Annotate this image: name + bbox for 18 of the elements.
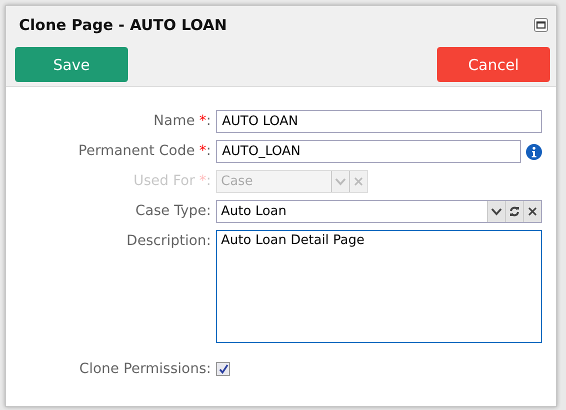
- text-field[interactable]: AUTO LOAN: [216, 110, 542, 133]
- field-label: Name *:: [154, 112, 211, 131]
- dropdown-caret-icon[interactable]: [487, 201, 505, 222]
- text-field[interactable]: AUTO_LOAN: [216, 140, 521, 163]
- dropdown-field[interactable]: Auto Loan: [216, 200, 542, 223]
- refresh-icon[interactable]: [505, 201, 523, 222]
- field-label: Case Type:: [135, 202, 211, 221]
- info-icon[interactable]: [526, 144, 542, 160]
- cancel-button[interactable]: Cancel: [437, 47, 550, 82]
- clear-icon[interactable]: [523, 201, 541, 222]
- description-field[interactable]: Auto Loan Detail Page: [216, 230, 542, 343]
- checkbox[interactable]: [216, 362, 230, 376]
- save-button[interactable]: Save: [15, 47, 128, 82]
- field-label: Description:: [126, 232, 211, 251]
- dialog-title: Clone Page - AUTO LOAN: [19, 16, 227, 34]
- maximize-icon[interactable]: [534, 18, 548, 32]
- field-label: Clone Permissions:: [79, 360, 211, 379]
- field-label: Permanent Code *:: [78, 142, 211, 161]
